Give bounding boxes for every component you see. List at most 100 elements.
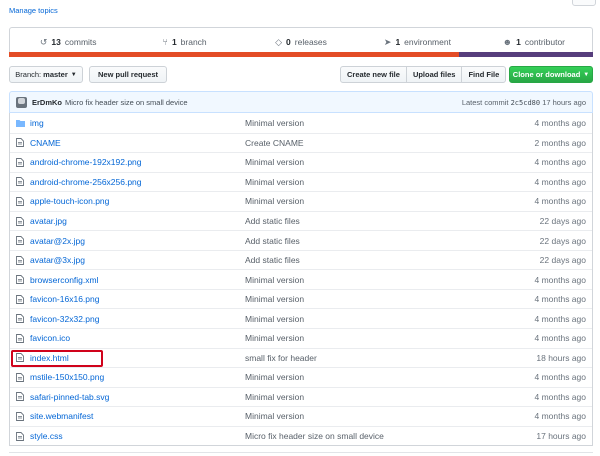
file-icon: [16, 294, 25, 304]
file-icon: [16, 236, 25, 245]
file-name-link[interactable]: apple-touch-icon.png: [30, 196, 245, 206]
file-navigation: Branch: master ▼ New pull request Create n…: [9, 66, 593, 83]
branch-select-button[interactable]: Branch: master ▼: [9, 66, 83, 83]
table-row: favicon.ico Minimal version 4 months ago: [10, 328, 592, 348]
file-name-link[interactable]: favicon.ico: [30, 333, 245, 343]
file-name-link[interactable]: mstile-150x150.png: [30, 372, 245, 382]
table-row: apple-touch-icon.png Minimal version 4 mon…: [10, 191, 592, 211]
language-bar[interactable]: [9, 52, 593, 57]
commit-message-link[interactable]: Minimal version: [245, 411, 472, 421]
commit-age: 4 months ago: [534, 117, 586, 128]
table-row: avatar@2x.jpg Add static files 22 days ago: [10, 230, 592, 250]
file-name-link[interactable]: android-chrome-256x256.png: [30, 177, 245, 187]
table-row: site.webmanifest Minimal version 4 months …: [10, 406, 592, 426]
commit-age: 4 months ago: [534, 157, 586, 168]
file-icon: [16, 138, 25, 148]
commit-age: 18 hours ago: [536, 352, 586, 363]
table-row: avatar@3x.jpg Add static files 22 days ago: [10, 249, 592, 270]
file-icon: [16, 333, 25, 343]
file-actions-group: Create new file Upload files Find File: [340, 66, 507, 83]
commit-message-link[interactable]: Minimal version: [245, 314, 472, 324]
file-name-link[interactable]: favicon-16x16.png: [30, 294, 245, 304]
commit-message-link[interactable]: Minimal version: [245, 333, 472, 343]
commit-age: 4 months ago: [534, 274, 586, 285]
commit-age: 4 months ago: [534, 176, 586, 187]
file-icon: [16, 255, 25, 265]
file-icon: [16, 157, 25, 167]
commit-age: 4 months ago: [534, 411, 586, 422]
commit-author[interactable]: ErDmKo: [32, 98, 62, 107]
rocket-icon: ➤: [383, 36, 392, 47]
commit-age: 22 days ago: [539, 216, 586, 226]
table-row: safari-pinned-tab.svg Minimal version 4 mo…: [10, 386, 592, 407]
folder-icon: [16, 119, 25, 127]
table-row: mstile-150x150.png Minimal version 4 month…: [10, 367, 592, 387]
commit-message-link[interactable]: Minimal version: [245, 118, 472, 128]
file-name-link[interactable]: safari-pinned-tab.svg: [30, 392, 245, 402]
language-segment[interactable]: [458, 52, 593, 57]
file-name-link[interactable]: android-chrome-192x192.png: [30, 157, 245, 167]
header-action-button[interactable]: [572, 0, 596, 6]
commit-age: 4 months ago: [534, 333, 586, 344]
latest-commit-info: Latest commit 2c5cd80 17 hours ago: [461, 97, 586, 107]
file-icon: [16, 412, 25, 421]
table-row: favicon-32x32.png Minimal version 4 months…: [10, 308, 592, 328]
commit-age: 4 months ago: [534, 294, 586, 305]
table-row: android-chrome-256x256.png Minimal versio…: [10, 171, 592, 192]
file-icon: [16, 177, 25, 187]
commit-age: 4 months ago: [534, 196, 586, 207]
caret-down-icon: ▼: [583, 71, 590, 78]
file-name-link[interactable]: avatar.jpg: [30, 216, 245, 226]
manage-topics-link[interactable]: Manage topics: [9, 6, 58, 15]
commit-age: 2 months ago: [534, 137, 586, 148]
commit-message-link[interactable]: Minimal version: [245, 177, 472, 187]
file-list: img Minimal version 4 months ago CNAME Creat…: [9, 113, 593, 447]
table-row: avatar.jpg Add static files 22 days ago: [10, 210, 592, 231]
file-icon: [16, 197, 25, 206]
file-icon: [16, 392, 25, 402]
file-name-link[interactable]: index.html: [30, 353, 245, 363]
commit-message-link[interactable]: Create CNAME: [245, 138, 472, 148]
file-name-link[interactable]: avatar@3x.jpg: [30, 255, 245, 265]
file-icon: [16, 314, 25, 324]
history-icon: ↺: [39, 36, 48, 47]
find-file-button[interactable]: Find File: [461, 66, 507, 83]
commit-message-link[interactable]: Add static files: [245, 255, 472, 265]
commit-age: 4 months ago: [534, 372, 586, 383]
upload-files-button[interactable]: Upload files: [405, 66, 463, 83]
file-name-link[interactable]: avatar@2x.jpg: [30, 236, 245, 246]
file-name-link[interactable]: img: [30, 118, 245, 128]
file-name-link[interactable]: style.css: [30, 431, 245, 441]
commit-message-link[interactable]: Minimal version: [245, 294, 472, 304]
file-icon: [16, 353, 25, 363]
table-row: browserconfig.xml Minimal version 4 months…: [10, 269, 592, 289]
table-row: android-chrome-192x192.png Minimal versio…: [10, 152, 592, 172]
file-name-link[interactable]: favicon-32x32.png: [30, 314, 245, 324]
new-pull-request-button[interactable]: New pull request: [89, 66, 167, 83]
file-icon: [16, 216, 25, 226]
commit-message-link[interactable]: Minimal version: [245, 372, 472, 382]
commit-message-link[interactable]: Minimal version: [245, 157, 472, 167]
commit-age: 22 days ago: [539, 255, 586, 266]
commit-sha[interactable]: 2c5cd80: [511, 99, 541, 107]
commit-message-link[interactable]: Minimal version: [245, 392, 472, 402]
file-name-link[interactable]: CNAME: [30, 138, 245, 148]
commit-message-link[interactable]: small fix for header: [245, 353, 472, 363]
commit-message-link[interactable]: Add static files: [245, 216, 472, 226]
tag-icon: ◇: [275, 36, 283, 47]
commit-message-link[interactable]: Minimal version: [245, 196, 472, 206]
clone-download-button[interactable]: Clone or download ▼: [509, 66, 593, 83]
commit-message[interactable]: Micro fix header size on small device: [65, 98, 188, 107]
commit-age: 17 hours ago: [542, 97, 586, 107]
language-segment[interactable]: [9, 52, 459, 57]
commit-message-link[interactable]: Add static files: [245, 236, 472, 246]
file-name-link[interactable]: site.webmanifest: [30, 411, 245, 421]
create-new-file-button[interactable]: Create new file: [340, 66, 407, 83]
avatar[interactable]: [16, 96, 27, 108]
file-name-link[interactable]: browserconfig.xml: [30, 275, 245, 285]
table-row: CNAME Create CNAME 2 months ago: [10, 132, 592, 153]
commit-message-link[interactable]: Micro fix header size on small device: [245, 431, 472, 441]
latest-commit-bar: ErDmKo Micro fix header size on small de…: [9, 91, 593, 113]
file-icon: [16, 372, 25, 382]
commit-message-link[interactable]: Minimal version: [245, 275, 472, 285]
